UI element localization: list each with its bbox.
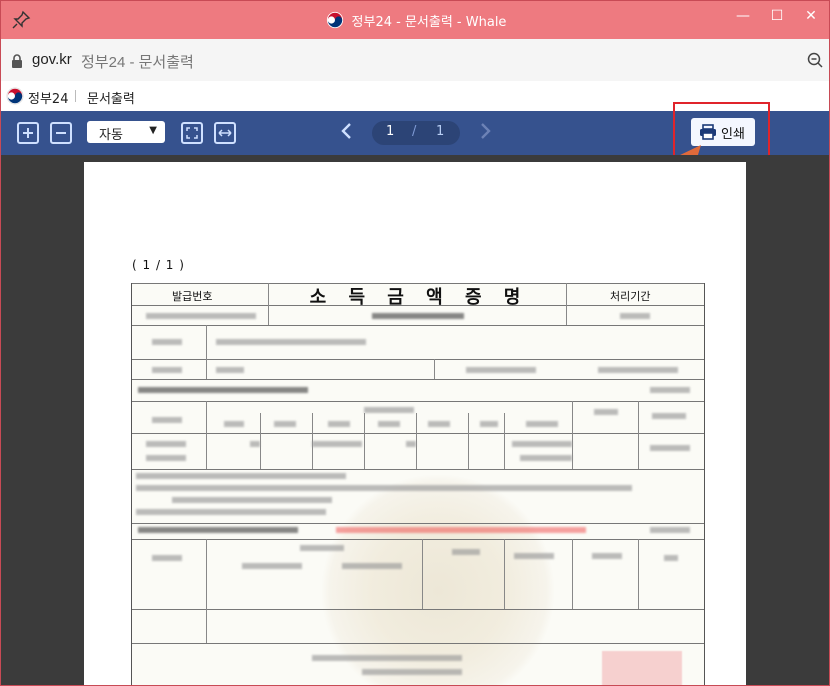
window-title: 정부24 - 문서출력 - Whale	[351, 14, 507, 30]
site-name[interactable]: 정부24	[28, 88, 68, 107]
fit-width-button[interactable]	[214, 122, 236, 144]
zoom-in-button[interactable]	[17, 122, 39, 144]
zoom-icon[interactable]	[807, 52, 823, 68]
previous-page-button[interactable]	[339, 121, 355, 146]
document-page-number: ( 1 / 1 )	[132, 258, 185, 272]
page-current-input[interactable]: 1	[386, 124, 394, 139]
government-logo-icon	[6, 87, 24, 105]
page-separator: /	[412, 124, 417, 139]
address-bar[interactable]: gov.kr 정부24 - 문서출력	[1, 39, 829, 81]
zoom-mode-value: 자동	[99, 128, 123, 143]
official-stamp	[602, 651, 682, 685]
address-page-title: 정부24 - 문서출력	[81, 54, 194, 71]
zoom-mode-select[interactable]: 자동 ▼	[87, 121, 165, 143]
address-host: gov.kr	[32, 51, 72, 68]
page-total: 1	[436, 124, 445, 139]
fit-page-icon	[186, 127, 198, 139]
document-page: ( 1 / 1 ) 발급번호 소 득 금 액 증 명 처리기간	[84, 162, 746, 685]
chevron-down-icon: ▼	[149, 125, 157, 136]
zoom-out-button[interactable]	[50, 122, 72, 144]
page-name: 문서출력	[87, 92, 135, 107]
close-button[interactable]: ✕	[791, 1, 829, 31]
browser-window: 정부24 - 문서출력 - Whale — ☐ ✕ gov.kr 정부24 - …	[0, 0, 830, 686]
page-indicator: 1 / 1	[372, 121, 460, 145]
government-logo-icon	[326, 11, 343, 29]
lock-icon	[12, 54, 22, 68]
chevron-left-icon	[341, 123, 351, 139]
divider	[75, 90, 76, 102]
fit-page-button[interactable]	[181, 122, 203, 144]
title-bar: 정부24 - 문서출력 - Whale — ☐ ✕	[1, 1, 829, 39]
income-certificate-form: 발급번호 소 득 금 액 증 명 처리기간	[131, 283, 705, 685]
processing-period-label: 처리기간	[610, 290, 651, 303]
fit-width-icon	[218, 129, 232, 137]
issue-number-label: 발급번호	[172, 290, 213, 303]
chevron-right-icon	[481, 123, 491, 139]
next-page-button[interactable]	[477, 121, 493, 146]
form-title: 소 득 금 액 증 명	[309, 287, 529, 308]
